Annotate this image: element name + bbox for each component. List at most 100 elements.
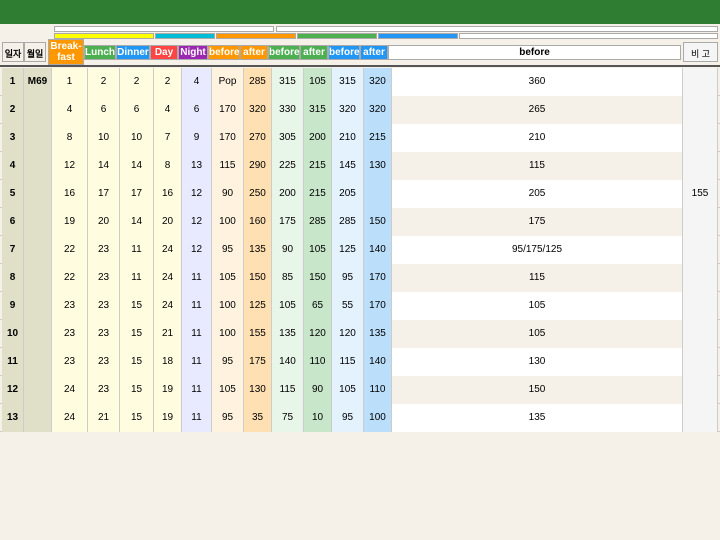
data-cell: 8: [52, 124, 88, 152]
data-cell: 140: [364, 236, 392, 264]
table-row: 12242315191110513011590105110150: [0, 376, 720, 404]
table-row: 246646170320330315320320265: [0, 96, 720, 124]
sh-breakfast: Break-fast: [48, 39, 84, 65]
data-cell: [24, 292, 52, 320]
data-cell: 135: [244, 236, 272, 264]
data-cell: 270: [244, 124, 272, 152]
sh-d-after: after: [360, 45, 388, 60]
data-cell: 65: [304, 292, 332, 320]
table-row: 4121414813115290225215145130115: [0, 152, 720, 180]
data-cell: [683, 124, 718, 152]
data-cell: 11: [2, 348, 24, 376]
data-cell: 7: [154, 124, 182, 152]
table-row: 102323152111100155135120120135105: [0, 320, 720, 348]
data-cell: 265: [392, 96, 683, 124]
data-cell: 19: [52, 208, 88, 236]
table-row: 923231524111001251056555170105: [0, 292, 720, 320]
data-cell: 105: [332, 376, 364, 404]
data-cell: 170: [212, 124, 244, 152]
data-cell: 15: [120, 320, 154, 348]
data-cell: 11: [120, 236, 154, 264]
data-cell: 130: [244, 376, 272, 404]
data-cell: 120: [304, 320, 332, 348]
data-cell: 205: [332, 180, 364, 208]
data-cell: 115: [212, 152, 244, 180]
data-cell: 315: [304, 96, 332, 124]
data-cell: 285: [244, 68, 272, 96]
data-cell: 155: [683, 180, 718, 208]
data-cell: 15: [120, 348, 154, 376]
data-cell: [24, 264, 52, 292]
data-cell: 23: [88, 236, 120, 264]
data-cell: 285: [332, 208, 364, 236]
data-cell: 8: [2, 264, 24, 292]
data-cell: 14: [120, 152, 154, 180]
data-cell: 210: [392, 124, 683, 152]
data-cell: [683, 68, 718, 96]
data-cell: 285: [304, 208, 332, 236]
data-cell: [24, 236, 52, 264]
data-cell: 24: [52, 404, 88, 432]
data-cell: 14: [88, 152, 120, 180]
data-cell: 215: [364, 124, 392, 152]
data-cell: 23: [52, 320, 88, 348]
data-cell: 1: [2, 68, 24, 96]
data-cell: 150: [244, 264, 272, 292]
data-cell: 1: [52, 68, 88, 96]
data-cell: 100: [364, 404, 392, 432]
data-cell: 6: [120, 96, 154, 124]
data-cell: 125: [244, 292, 272, 320]
data-cell: 330: [272, 96, 304, 124]
data-cell: 24: [154, 292, 182, 320]
data-cell: 135: [392, 404, 683, 432]
data-cell: 4: [52, 96, 88, 124]
data-cell: 200: [272, 180, 304, 208]
data-cell: 55: [332, 292, 364, 320]
data-cell: 23: [88, 376, 120, 404]
data-cell: [683, 264, 718, 292]
data-cell: 11: [182, 348, 212, 376]
data-cell: 95: [332, 404, 364, 432]
table-row: 822231124111051508515095170115: [0, 264, 720, 292]
data-cell: 100: [212, 208, 244, 236]
data-cell: 100: [212, 292, 244, 320]
data-cell: 23: [52, 292, 88, 320]
data-cell: 17: [120, 180, 154, 208]
data-cell: [683, 292, 718, 320]
data-cell: 115: [392, 264, 683, 292]
data-cell: 14: [120, 208, 154, 236]
data-cell: 320: [364, 68, 392, 96]
data-cell: 320: [332, 96, 364, 124]
sh-bf-before: before: [208, 45, 240, 60]
data-cell: 12: [182, 236, 212, 264]
table-row: 1324211519119535751095100135: [0, 404, 720, 432]
data-cell: 320: [244, 96, 272, 124]
data-cell: 95: [212, 236, 244, 264]
data-cell: 175: [392, 208, 683, 236]
data-cell: [24, 376, 52, 404]
data-cell: 11: [182, 376, 212, 404]
sh-lunch: Lunch: [84, 45, 116, 60]
data-cell: 21: [88, 404, 120, 432]
data-cell: 23: [88, 264, 120, 292]
data-cell: 205: [392, 180, 683, 208]
data-cell: [24, 180, 52, 208]
data-cell: 11: [182, 292, 212, 320]
data-cell: 10: [304, 404, 332, 432]
data-cell: 215: [304, 152, 332, 180]
data-cell: 90: [272, 236, 304, 264]
data-cell: 6: [88, 96, 120, 124]
data-cell: 10: [2, 320, 24, 348]
data-cell: 85: [272, 264, 304, 292]
sh-bt-before: before: [388, 45, 681, 60]
data-cell: 95: [212, 348, 244, 376]
data-cell: [24, 348, 52, 376]
data-cell: 9: [2, 292, 24, 320]
data-cell: 155: [244, 320, 272, 348]
data-cell: 6: [2, 208, 24, 236]
data-cell: 135: [272, 320, 304, 348]
data-cell: 4: [154, 96, 182, 124]
data-cell: 12: [52, 152, 88, 180]
data-cell: 3: [2, 124, 24, 152]
data-cell: 6: [182, 96, 212, 124]
